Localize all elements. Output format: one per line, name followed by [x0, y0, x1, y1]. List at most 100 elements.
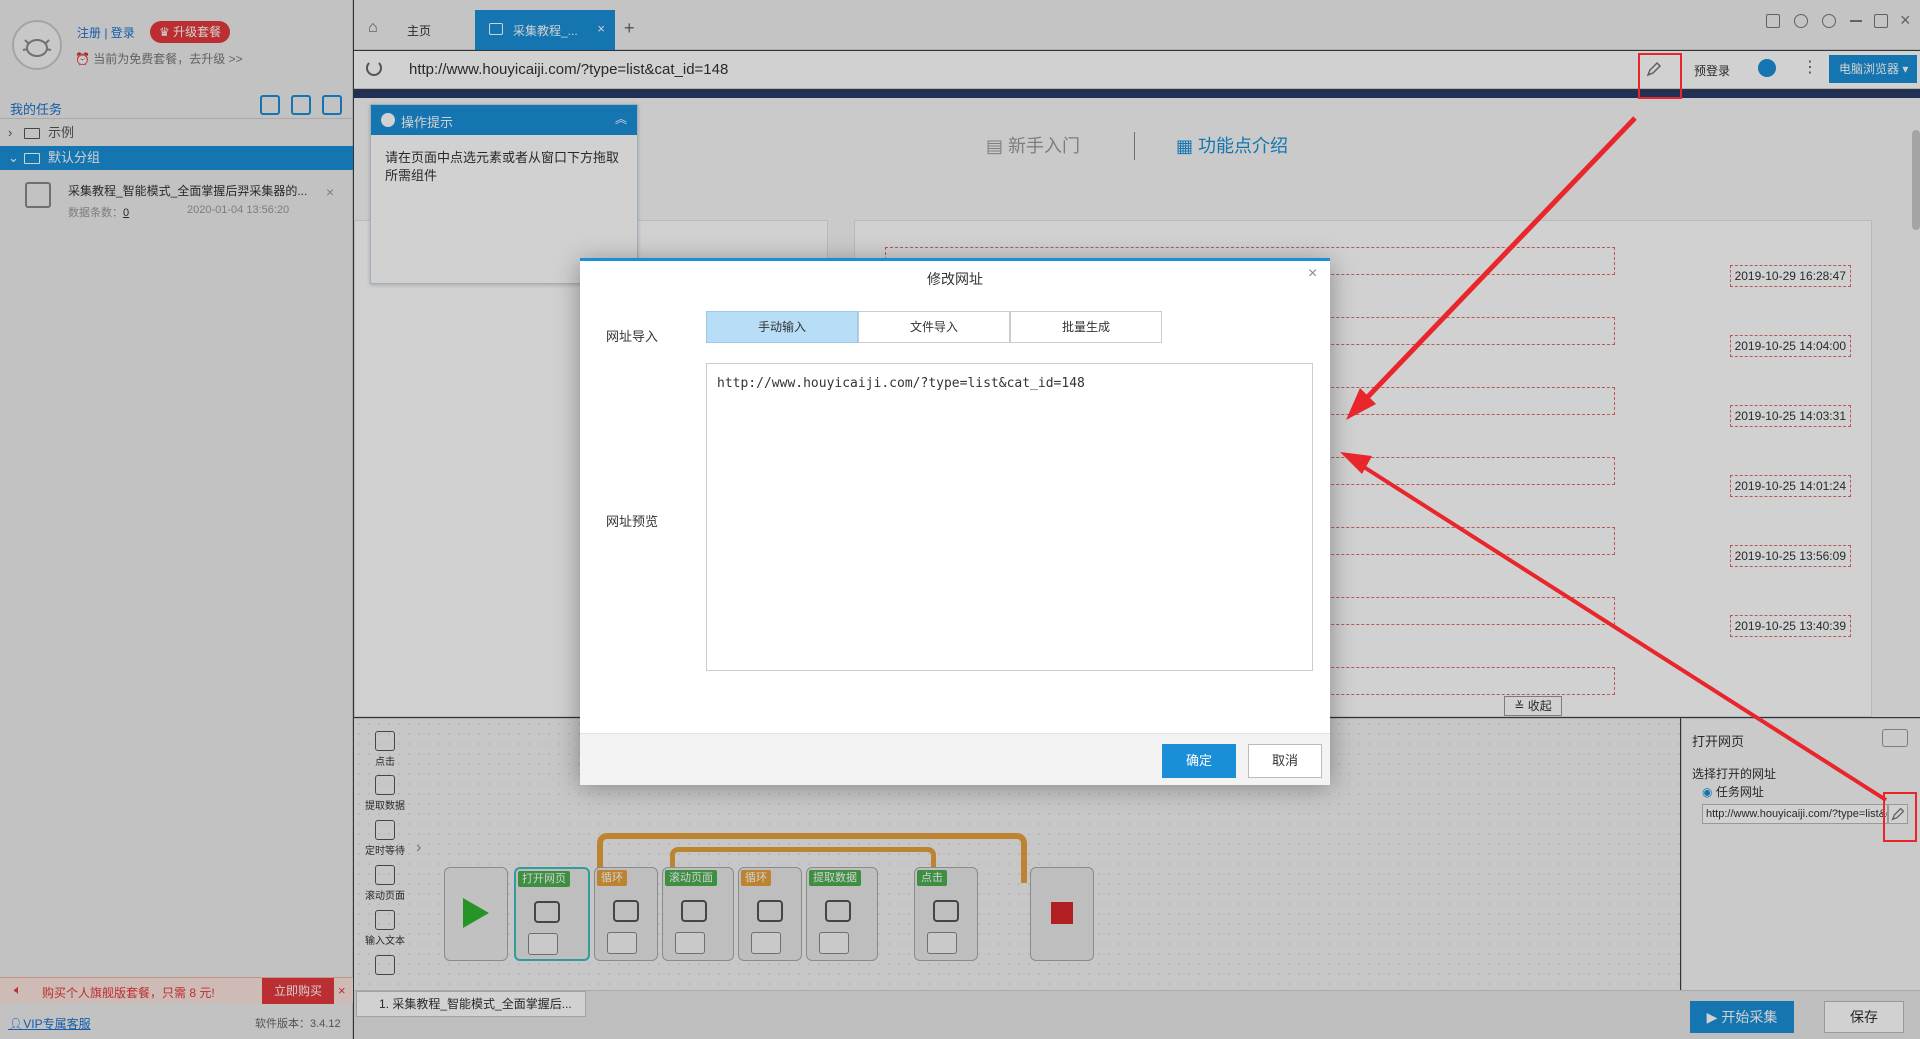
prelogin-button[interactable]: 预登录	[1694, 62, 1730, 79]
collapse-button[interactable]: ≚ 收起	[1504, 696, 1562, 716]
tool-label: 点击	[375, 757, 395, 768]
task-list-item[interactable]: 采集教程_智能模式_全面掌握后羿采集器的... 数据条数：0 2020-01-0…	[0, 174, 353, 224]
nav-divider	[1134, 132, 1135, 160]
workflow-block-open-page[interactable]: 打开网页	[514, 867, 590, 961]
tree-item-default-group[interactable]: ⌄ 默认分组	[0, 146, 353, 170]
workflow-block-scroll[interactable]: 滚动页面	[662, 867, 734, 961]
browser-icon	[534, 901, 560, 923]
segment-manual-input[interactable]: 手动输入	[706, 311, 858, 343]
close-icon[interactable]: ×	[338, 983, 346, 998]
help-icon[interactable]	[1794, 14, 1808, 28]
loop-icon	[757, 900, 783, 922]
vip-support-link[interactable]: 👤︎VIP专属客服	[8, 1015, 91, 1032]
crab-logo-icon	[22, 39, 52, 57]
close-icon[interactable]: ×	[326, 184, 334, 200]
workflow-block-extract[interactable]: 提取数据	[806, 867, 878, 961]
segment-batch-generate[interactable]: 批量生成	[1010, 311, 1162, 343]
nav-features-link[interactable]: ▦ 功能点介绍	[1176, 132, 1288, 158]
task-count-value[interactable]: 0	[123, 207, 129, 219]
task-bottom-tab[interactable]: 1. 采集教程_智能模式_全面掌握后...	[356, 991, 586, 1017]
url-input[interactable]: http://www.houyicaiji.com/?type=list&cat…	[409, 61, 728, 78]
radio-checked-icon: ◉	[1702, 785, 1713, 799]
segment-file-import[interactable]: 文件导入	[858, 311, 1010, 343]
tool-input-text[interactable]: 输入文本	[360, 910, 410, 947]
more-vertical-icon[interactable]: ⋮	[1802, 57, 1818, 77]
refresh-icon[interactable]	[366, 60, 382, 76]
close-tab-icon[interactable]: ×	[597, 21, 605, 36]
workflow-block-click[interactable]: 点击	[914, 867, 978, 961]
gear-icon[interactable]	[1822, 14, 1836, 28]
article-date: 2019-10-25 13:40:39	[1729, 615, 1851, 637]
stop-node[interactable]	[1030, 867, 1094, 961]
annotation-box-bottom	[1883, 792, 1917, 842]
start-node[interactable]	[444, 867, 508, 961]
upgrade-button[interactable]: ♛ 升级套餐	[150, 21, 231, 43]
click-icon	[375, 731, 395, 751]
url-textarea[interactable]: http://www.houyicaiji.com/?type=list&cat…	[706, 363, 1313, 671]
tab-home[interactable]: ⌂ 主页	[354, 10, 474, 50]
tab-active-task[interactable]: 采集教程_... ×	[475, 10, 615, 50]
search-task-icon[interactable]	[322, 95, 342, 115]
tool-scroll[interactable]: 滚动页面	[360, 865, 410, 902]
property-label: 选择打开的网址	[1692, 767, 1777, 781]
confirm-button[interactable]: 确定	[1162, 744, 1236, 778]
play-button[interactable]	[607, 932, 637, 954]
play-icon[interactable]	[1882, 729, 1908, 747]
tree-item-label: 示例	[48, 125, 75, 140]
play-button[interactable]	[927, 932, 957, 954]
info-icon[interactable]	[1758, 59, 1776, 77]
task-date: 2020-01-04 13:56:20	[187, 204, 290, 216]
cancel-button[interactable]: 取消	[1248, 744, 1322, 778]
task-url-radio[interactable]: ◉ 任务网址	[1702, 783, 1764, 800]
address-bar: http://www.houyicaiji.com/?type=list&cat…	[354, 51, 1920, 89]
tool-label: 定时等待	[365, 846, 405, 857]
play-button[interactable]	[528, 933, 558, 955]
workflow-icon	[25, 182, 51, 208]
plan-text[interactable]: ⏰ 当前为免费套餐，去升级 >>	[75, 50, 243, 67]
play-button[interactable]	[751, 932, 781, 954]
loop-icon	[613, 900, 639, 922]
tree-item-example[interactable]: › 示例	[0, 121, 353, 145]
preview-label: 网址预览	[606, 514, 659, 529]
buy-now-button[interactable]: 立即购买	[262, 978, 334, 1004]
tasks-header: 我的任务	[0, 93, 353, 119]
start-label: 开始采集	[1721, 1009, 1778, 1025]
minimize-icon[interactable]	[1850, 20, 1862, 22]
play-button[interactable]	[675, 932, 705, 954]
save-button[interactable]: 保存	[1824, 1001, 1904, 1033]
tool-extract[interactable]: 提取数据	[360, 775, 410, 812]
tab-active-label: 采集教程_...	[513, 24, 578, 38]
annotation-box-top	[1638, 53, 1682, 99]
block-tag: 打开网页	[518, 871, 570, 887]
workflow-block-loop[interactable]: 循环	[738, 867, 802, 961]
chevron-up-icon[interactable]: ︽	[615, 110, 627, 127]
import-task-icon[interactable]	[260, 95, 280, 115]
restore-icon[interactable]	[1874, 14, 1888, 28]
login-link[interactable]: 注册 | 登录	[77, 24, 135, 41]
info-icon	[381, 113, 395, 127]
hint-title: 操作提示	[401, 115, 454, 130]
stop-icon	[1051, 902, 1073, 924]
start-collect-button[interactable]: ▶ 开始采集	[1690, 1001, 1794, 1033]
more-tool-icon	[375, 955, 395, 975]
tool-label: 滚动页面	[365, 891, 405, 902]
close-window-icon[interactable]: ×	[1900, 10, 1911, 31]
gift-icon[interactable]	[1766, 14, 1780, 28]
extract-icon	[375, 775, 395, 795]
nav-newbie-link[interactable]: ▤ 新手入门	[986, 132, 1080, 158]
version-text: 软件版本：3.4.12	[255, 1018, 341, 1030]
tool-wait[interactable]: 定时等待	[360, 820, 410, 857]
workflow-block-loop[interactable]: 循环	[594, 867, 658, 961]
chevron-right-icon[interactable]: ›	[416, 839, 421, 857]
close-icon[interactable]: ×	[1308, 265, 1317, 283]
property-url-field[interactable]: http://www.houyicaiji.com/?type=list&cat…	[1702, 804, 1888, 824]
new-tab-button[interactable]: +	[624, 18, 635, 39]
tool-click[interactable]: 点击	[360, 731, 410, 768]
tool-more[interactable]	[360, 955, 410, 977]
play-button[interactable]	[819, 932, 849, 954]
new-task-icon[interactable]	[291, 95, 311, 115]
avatar[interactable]	[12, 20, 62, 70]
import-label: 网址导入	[606, 329, 659, 344]
browser-mode-select[interactable]: 电脑浏览器 ▾	[1829, 55, 1917, 83]
page-scrollbar[interactable]	[1912, 130, 1920, 230]
